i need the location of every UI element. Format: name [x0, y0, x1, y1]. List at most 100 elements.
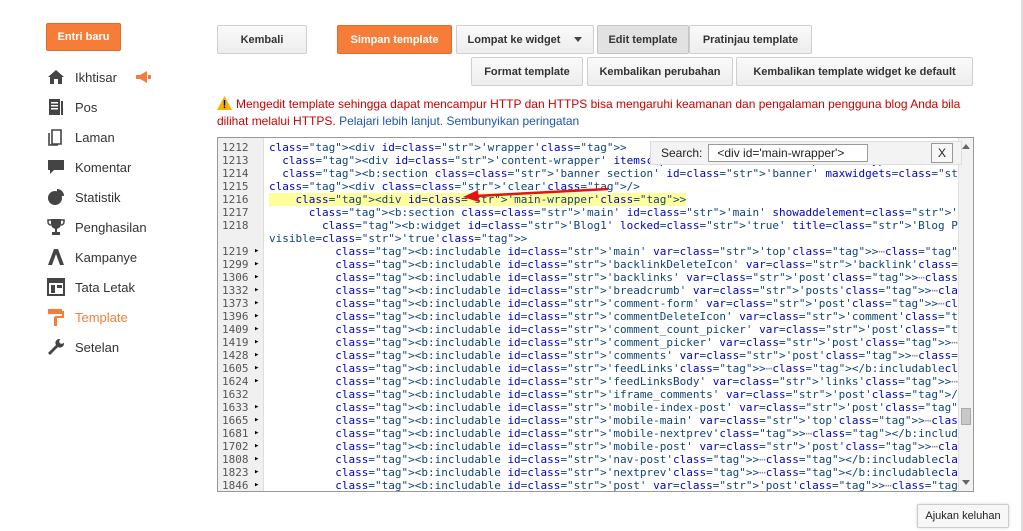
- search-close-button[interactable]: X: [931, 143, 953, 163]
- code-line[interactable]: 1624 class="tag"><b:includable id=class=…: [218, 375, 973, 388]
- format-template-button[interactable]: Format template: [471, 57, 583, 86]
- code-text[interactable]: class="tag"><b:includable id=class="str"…: [269, 245, 973, 258]
- code-line[interactable]: 1218 class="tag"><b:widget id=class="str…: [218, 219, 973, 232]
- code-line[interactable]: 1808 class="tag"><b:includable id=class=…: [218, 453, 973, 466]
- code-text[interactable]: class="tag"><b:section class=class="str"…: [269, 167, 973, 180]
- line-number: 1681: [222, 427, 264, 440]
- code-line[interactable]: 1633 class="tag"><b:includable id=class=…: [218, 401, 973, 414]
- code-line[interactable]: 1214 class="tag"><b:section class=class=…: [218, 167, 973, 180]
- sidebar-item-label: Tata Letak: [75, 279, 135, 295]
- code-line[interactable]: 1605 class="tag"><b:includable id=class=…: [218, 362, 973, 375]
- preview-template-button[interactable]: Pratinjau template: [689, 25, 812, 54]
- code-text[interactable]: class="tag"><b:includable id=class="str"…: [269, 414, 973, 427]
- code-line[interactable]: 1219 class="tag"><b:includable id=class=…: [218, 245, 973, 258]
- revert-changes-button[interactable]: Kembalikan perubahan: [587, 57, 733, 86]
- sidebar-item-overview[interactable]: Ikhtisar: [46, 62, 151, 92]
- search-input[interactable]: <div id='main-wrapper'>: [708, 144, 869, 162]
- code-text[interactable]: class="tag"><b:includable id=class="str"…: [269, 362, 973, 375]
- red-arrow-annotation: [463, 187, 609, 202]
- code-line[interactable]: 1702 class="tag"><b:includable id=class=…: [218, 440, 973, 453]
- code-text[interactable]: class="tag"><b:includable id=class="str"…: [269, 349, 973, 362]
- code-text[interactable]: class="tag"><b:includable id=class="str"…: [269, 453, 973, 466]
- comments-icon: [46, 157, 66, 177]
- code-text[interactable]: class="tag"><b:includable id=class="str"…: [269, 401, 973, 414]
- code-text[interactable]: class="tag"><div id=class="str">'wrapper…: [269, 141, 627, 154]
- code-text[interactable]: class="tag"><b:includable id=class="str"…: [269, 375, 973, 388]
- line-number: 1216: [222, 193, 249, 206]
- revert-widgets-button[interactable]: Kembalikan template widget ke default: [736, 57, 973, 86]
- code-line[interactable]: 1332 class="tag"><b:includable id=class=…: [218, 284, 973, 297]
- edit-template-button[interactable]: Edit template: [597, 25, 689, 54]
- save-template-button[interactable]: Simpan template: [337, 25, 452, 54]
- warning-text: Mengedit template sehingga dapat mencamp…: [217, 97, 961, 128]
- stats-icon: [46, 187, 66, 207]
- code-line[interactable]: 1681 class="tag"><b:includable id=class=…: [218, 427, 973, 440]
- sidebar-item-earnings[interactable]: Penghasilan: [46, 212, 151, 242]
- code-line[interactable]: 1396 class="tag"><b:includable id=class=…: [218, 310, 973, 323]
- code-line[interactable]: 1419 class="tag"><b:includable id=class=…: [218, 336, 973, 349]
- code-line[interactable]: 1823 class="tag"><b:includable id=class=…: [218, 466, 973, 479]
- code-text[interactable]: class="tag"><b:widget id=class="str">'Bl…: [269, 219, 973, 232]
- sidebar-item-stats[interactable]: Statistik: [46, 182, 151, 212]
- code-text[interactable]: class="tag"><b:includable id=class="str"…: [269, 440, 973, 453]
- code-line[interactable]: 1217 class="tag"><b:section class=class=…: [218, 206, 973, 219]
- code-line[interactable]: 1428 class="tag"><b:includable id=class=…: [218, 349, 973, 362]
- learn-more-link[interactable]: Pelajari lebih lanjut.: [339, 114, 443, 128]
- pages-icon: [46, 127, 66, 147]
- code-line[interactable]: 1409 class="tag"><b:includable id=class=…: [218, 323, 973, 336]
- line-number: 1332: [222, 284, 264, 297]
- jump-to-widget-dropdown[interactable]: Lompat ke widget: [456, 25, 594, 54]
- code-line[interactable]: 1373 class="tag"><b:includable id=class=…: [218, 297, 973, 310]
- line-number: 1212: [222, 141, 249, 154]
- hide-warning-link[interactable]: Sembunyikan peringatan: [446, 114, 579, 128]
- sidebar-item-label: Kampanye: [75, 249, 138, 265]
- code-text[interactable]: class="tag"><b:includable id=class="str"…: [269, 323, 973, 336]
- feedback-button[interactable]: Ajukan keluhan: [917, 504, 1009, 528]
- jump-to-widget-label: Lompat ke widget: [467, 33, 561, 46]
- code-line[interactable]: 1299 class="tag"><b:includable id=class=…: [218, 258, 973, 271]
- code-line[interactable]: 1306 class="tag"><b:includable id=class=…: [218, 271, 973, 284]
- scroll-down-icon[interactable]: [962, 480, 970, 485]
- sidebar-item-label: Penghasilan: [75, 219, 147, 235]
- scroll-thumb[interactable]: [961, 408, 971, 425]
- code-text[interactable]: class="tag"><b:includable id=class="str"…: [269, 388, 964, 401]
- code-line[interactable]: 1846 class="tag"><b:includable id=class=…: [218, 479, 973, 491]
- code-line[interactable]: 1632 class="tag"><b:includable id=class=…: [218, 388, 964, 401]
- home-icon: [46, 67, 66, 87]
- new-post-button[interactable]: Entri baru: [46, 23, 121, 51]
- code-text[interactable]: class="tag"><b:section class=class="str"…: [269, 206, 973, 219]
- sidebar-item-comments[interactable]: Komentar: [46, 152, 151, 182]
- scroll-up-icon[interactable]: [962, 144, 970, 149]
- back-button[interactable]: Kembali: [217, 25, 307, 54]
- sidebar-item-template[interactable]: Template: [46, 302, 151, 332]
- code-text[interactable]: class="tag"><b:includable id=class="str"…: [269, 310, 973, 323]
- chevron-down-icon: [574, 37, 583, 42]
- code-text[interactable]: class="tag"><b:includable id=class="str"…: [269, 258, 973, 271]
- line-number: 1846: [222, 479, 264, 491]
- sidebar-item-posts[interactable]: Pos: [46, 92, 151, 122]
- code-text[interactable]: class="tag"><b:includable id=class="str"…: [269, 271, 973, 284]
- sidebar-item-pages[interactable]: Laman: [46, 122, 151, 152]
- editor-scrollbar[interactable]: [958, 138, 973, 491]
- sidebar-item-label: Setelan: [75, 339, 120, 355]
- line-number: 1808: [222, 453, 264, 466]
- sidebar-item-label: Ikhtisar: [75, 69, 117, 85]
- line-number: 1419: [222, 336, 264, 349]
- code-text[interactable]: class="tag"><b:includable id=class="str"…: [269, 427, 973, 440]
- line-number: 1409: [222, 323, 264, 336]
- code-text[interactable]: class="tag"><b:includable id=class="str"…: [269, 466, 973, 479]
- line-number: 1215: [222, 180, 249, 193]
- code-text[interactable]: class="tag"><b:includable id=class="str"…: [269, 479, 973, 491]
- code-line[interactable]: 1665 class="tag"><b:includable id=class=…: [218, 414, 973, 427]
- code-text[interactable]: class="tag"><b:includable id=class="str"…: [269, 336, 973, 349]
- search-bar: Search: <div id='main-wrapper'> X: [650, 141, 962, 165]
- sidebar-item-settings[interactable]: Setelan: [46, 332, 151, 362]
- code-text[interactable]: class="tag"><b:includable id=class="str"…: [269, 284, 973, 297]
- line-number: 1373: [222, 297, 264, 310]
- code-text[interactable]: visible=class="str">'true'class="tag">>: [269, 232, 527, 245]
- sidebar-item-campaigns[interactable]: Kampanye: [46, 242, 151, 272]
- search-label: Search:: [661, 146, 703, 160]
- code-text[interactable]: class="tag"><b:includable id=class="str"…: [269, 297, 973, 310]
- sidebar-item-layout[interactable]: Tata Letak: [46, 272, 151, 302]
- code-line[interactable]: visible=class="str">'true'class="tag">>: [218, 232, 960, 245]
